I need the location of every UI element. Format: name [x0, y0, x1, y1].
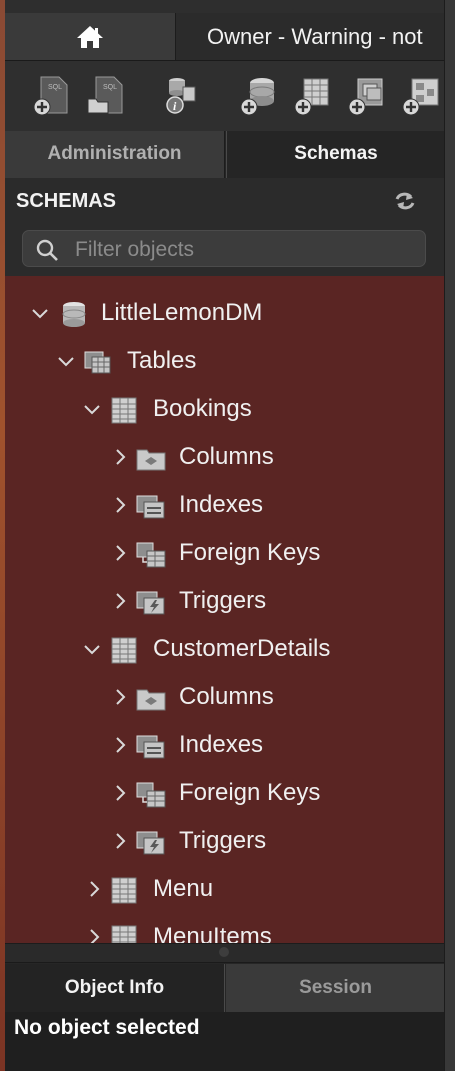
foreign-keys-label: Foreign Keys — [179, 539, 321, 566]
tab-session[interactable]: Session — [226, 964, 445, 1012]
new-sql-tab-icon[interactable]: SQL — [31, 73, 71, 117]
table-icon — [111, 925, 137, 943]
refresh-icon[interactable] — [393, 190, 417, 212]
indexes-label: Indexes — [179, 731, 264, 758]
triggers-label: Triggers — [179, 587, 267, 614]
columns-folder-icon — [136, 689, 166, 711]
create-schema-icon[interactable] — [238, 73, 278, 117]
workbench-sidebar: Owner - Warning - not SQL SQL i Administ… — [0, 0, 455, 1071]
chevron-right-icon[interactable] — [111, 448, 129, 466]
table-icon — [111, 397, 137, 424]
tree-item-indexes[interactable]: Indexes — [5, 482, 445, 530]
tree-item-indexes[interactable]: Indexes — [5, 722, 445, 770]
connection-tab[interactable]: Owner - Warning - not — [176, 13, 455, 60]
no-object-message: No object selected — [14, 1016, 200, 1039]
schema-tree: LittleLemonDM Tables Bookings Columns In… — [5, 276, 445, 943]
navigator-tabs: Administration Schemas — [5, 131, 445, 178]
open-sql-script-icon[interactable]: SQL — [84, 73, 124, 117]
tab-administration[interactable]: Administration — [5, 131, 225, 178]
foreign-keys-label: Foreign Keys — [179, 779, 321, 806]
chevron-right-icon[interactable] — [111, 496, 129, 514]
tables-folder-icon — [84, 351, 111, 374]
connection-tab-bar: Owner - Warning - not — [5, 0, 455, 61]
tree-item-foreign-keys[interactable]: Foreign Keys — [5, 770, 445, 818]
database-icon — [62, 302, 86, 327]
vertical-divider[interactable] — [444, 0, 455, 1071]
splitter-handle[interactable] — [219, 947, 229, 957]
table-icon — [111, 877, 137, 904]
table-icon — [111, 637, 137, 664]
chevron-down-icon[interactable] — [83, 640, 101, 658]
filter-objects-field[interactable] — [22, 230, 426, 267]
chevron-right-icon[interactable] — [111, 736, 129, 754]
table-name: Bookings — [153, 395, 252, 422]
chevron-right-icon[interactable] — [111, 592, 129, 610]
svg-text:SQL: SQL — [103, 84, 117, 91]
chevron-down-icon[interactable] — [83, 400, 101, 418]
home-tab[interactable] — [5, 13, 176, 60]
table-name: CustomerDetails — [153, 635, 331, 662]
indexes-folder-icon — [136, 495, 165, 519]
create-procedure-icon[interactable] — [400, 73, 440, 117]
chevron-right-icon[interactable] — [85, 928, 103, 943]
inspect-icon[interactable]: i — [161, 73, 201, 117]
indexes-folder-icon — [136, 735, 165, 759]
tree-item-tables-folder[interactable]: Tables — [5, 338, 445, 386]
tree-item-columns[interactable]: Columns — [5, 434, 445, 482]
schemas-header: SCHEMAS — [5, 178, 445, 228]
tables-folder-label: Tables — [127, 347, 197, 374]
tab-object-info[interactable]: Object Info — [5, 964, 225, 1012]
schema-name: LittleLemonDM — [101, 299, 263, 326]
triggers-folder-icon — [136, 591, 165, 615]
main-toolbar: SQL SQL i — [5, 61, 445, 132]
create-table-icon[interactable] — [292, 73, 332, 117]
tree-item-foreign-keys[interactable]: Foreign Keys — [5, 530, 445, 578]
filter-objects-input[interactable] — [73, 235, 417, 265]
schemas-title: SCHEMAS — [16, 190, 117, 212]
indexes-label: Indexes — [179, 491, 264, 518]
svg-text:SQL: SQL — [48, 84, 62, 91]
chevron-right-icon[interactable] — [111, 544, 129, 562]
triggers-folder-icon — [136, 831, 165, 855]
tree-item-table-bookings[interactable]: Bookings — [5, 386, 445, 434]
tree-item-table-menuitems[interactable]: MenuItems — [5, 914, 445, 943]
columns-folder-icon — [136, 449, 166, 471]
chevron-down-icon[interactable] — [31, 304, 49, 322]
tree-item-columns[interactable]: Columns — [5, 674, 445, 722]
chevron-down-icon[interactable] — [57, 352, 75, 370]
info-tabs: Object Info Session — [5, 962, 445, 1013]
search-icon — [36, 239, 58, 261]
columns-label: Columns — [179, 683, 274, 710]
home-icon — [77, 25, 103, 48]
tab-schemas[interactable]: Schemas — [226, 131, 445, 178]
tree-item-schema[interactable]: LittleLemonDM — [5, 290, 445, 338]
object-info-panel: No object selected — [5, 1012, 445, 1071]
triggers-label: Triggers — [179, 827, 267, 854]
chevron-right-icon[interactable] — [111, 688, 129, 706]
columns-label: Columns — [179, 443, 274, 470]
foreign-keys-folder-icon — [136, 542, 166, 568]
foreign-keys-folder-icon — [136, 782, 166, 808]
panel-splitter[interactable] — [5, 943, 445, 963]
chevron-right-icon[interactable] — [111, 784, 129, 802]
table-name: Menu — [153, 875, 214, 902]
chevron-right-icon[interactable] — [85, 880, 103, 898]
tree-item-triggers[interactable]: Triggers — [5, 578, 445, 626]
table-name: MenuItems — [153, 923, 272, 943]
tree-item-triggers[interactable]: Triggers — [5, 818, 445, 866]
tree-item-table-customerdetails[interactable]: CustomerDetails — [5, 626, 445, 674]
chevron-right-icon[interactable] — [111, 832, 129, 850]
tree-item-table-menu[interactable]: Menu — [5, 866, 445, 914]
create-view-icon[interactable] — [346, 73, 386, 117]
